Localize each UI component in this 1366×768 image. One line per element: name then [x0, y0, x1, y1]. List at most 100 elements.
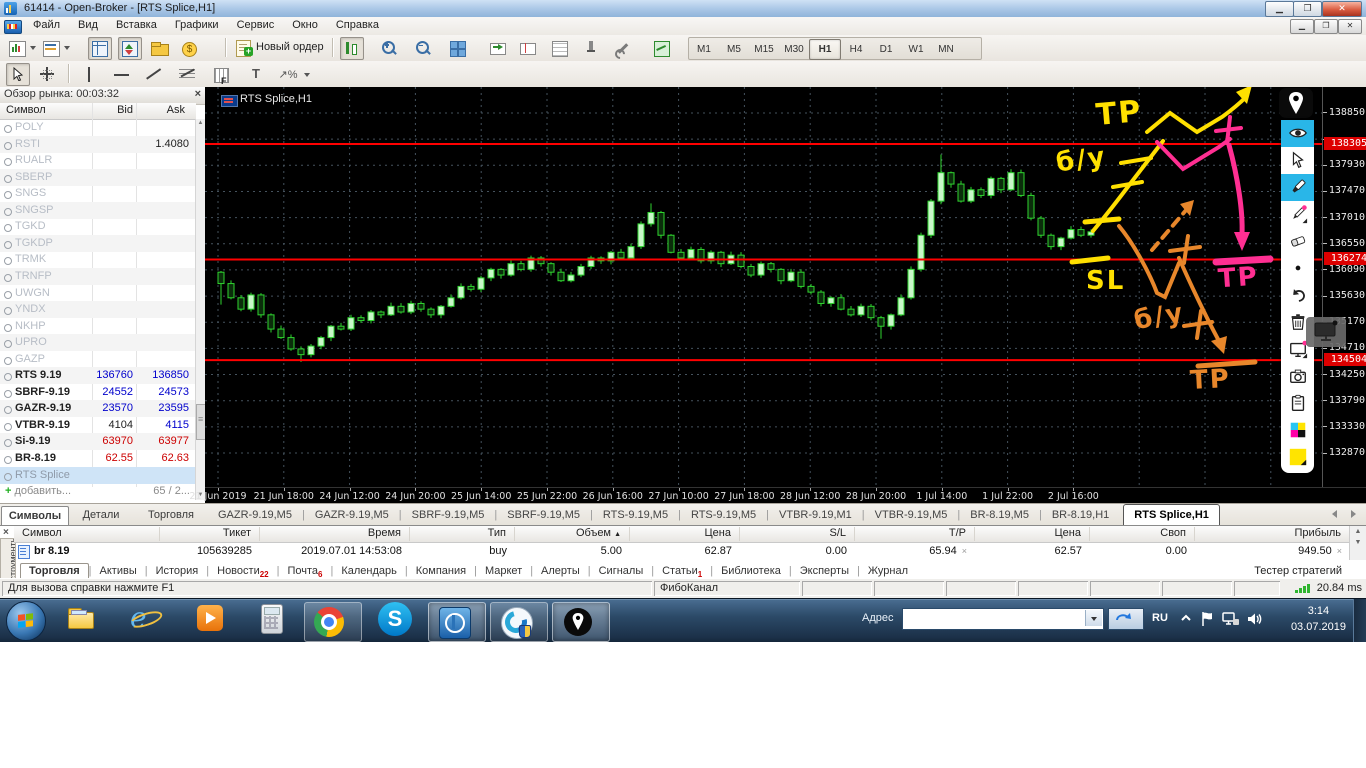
scroll-up-icon[interactable]: ▲: [1350, 526, 1366, 537]
market-watch-row[interactable]: NKHP: [0, 318, 196, 335]
epic-pen-tool-undo-icon[interactable]: [1281, 282, 1314, 309]
crosshair-tool-button[interactable]: [36, 63, 60, 86]
child-close-button[interactable]: ✕: [1338, 19, 1362, 34]
child-minimize-button[interactable]: ▁: [1290, 19, 1314, 34]
scroll-up-icon[interactable]: ▲: [196, 119, 205, 128]
docking-pin-button[interactable]: [580, 37, 604, 60]
taskbar-clock[interactable]: 3:14 03.07.2019: [1291, 603, 1346, 635]
column-Своп[interactable]: Своп: [1090, 527, 1195, 541]
column-Время[interactable]: Время: [260, 527, 410, 541]
epic-pen-screen-flyout[interactable]: [1306, 317, 1346, 347]
market-watch-row[interactable]: SNGS: [0, 185, 196, 202]
taskbar-app-open-broker[interactable]: [428, 602, 486, 642]
timeframe-M30[interactable]: M30: [779, 40, 809, 59]
options-wrench-button[interactable]: [612, 37, 636, 62]
terminal-tab-Календарь[interactable]: Календарь: [333, 564, 405, 579]
show-hidden-icons[interactable]: [1180, 611, 1192, 629]
terminal-tab-Маркет[interactable]: Маркет: [477, 564, 530, 579]
menu-Вставка[interactable]: Вставка: [107, 17, 166, 35]
objects-list-button[interactable]: [548, 37, 572, 60]
terminal-tab-Компания[interactable]: Компания: [408, 564, 474, 579]
address-input[interactable]: [902, 608, 1104, 630]
strategy-tester-button[interactable]: $: [178, 37, 202, 60]
taskbar-app-internet-explorer[interactable]: e: [127, 602, 165, 640]
terminal-scrollbar[interactable]: ▲ ▼: [1349, 526, 1366, 560]
epic-pen-tool-cursor-icon[interactable]: [1281, 147, 1314, 174]
market-watch-row[interactable]: UPRO: [0, 334, 196, 352]
action-center-flag-icon[interactable]: [1200, 611, 1214, 632]
terminal-tab-История[interactable]: История: [148, 564, 207, 579]
profiles-button[interactable]: [40, 37, 64, 60]
new-order-button[interactable]: + Новый ордер: [232, 37, 332, 58]
market-watch-row[interactable]: Si-9.19 63970 63977: [0, 433, 196, 451]
chart-tab-VTBR-9.19,M5[interactable]: VTBR-9.19,M5: [865, 505, 958, 525]
zoom-in-button[interactable]: [378, 37, 402, 60]
market-watch-row[interactable]: UWGN: [0, 285, 196, 302]
market-watch-row[interactable]: GAZR-9.19 23570 23595: [0, 400, 196, 418]
column-Цена[interactable]: Цена: [630, 527, 740, 541]
close-button[interactable]: ✕: [1322, 1, 1362, 17]
add-symbol-row[interactable]: + добавить... 65 / 2...: [0, 483, 196, 500]
fibonacci-tool[interactable]: [176, 63, 200, 86]
market-watch-row[interactable]: YNDX: [0, 301, 196, 319]
market-watch-row[interactable]: RTS 9.19 136760 136850: [0, 367, 196, 385]
auto-scroll-button[interactable]: [486, 37, 510, 60]
close-position-icon[interactable]: ×: [962, 546, 967, 556]
column-Тип[interactable]: Тип: [410, 527, 515, 541]
column-ask[interactable]: Ask: [137, 104, 185, 116]
taskbar-app-media-player[interactable]: [194, 602, 228, 640]
scroll-left-icon[interactable]: [1332, 510, 1337, 518]
market-watch-row[interactable]: VTBR-9.19 4104 4115: [0, 417, 196, 434]
trendline-tool[interactable]: [142, 63, 166, 86]
grid-tool[interactable]: F: [210, 63, 234, 86]
menu-Окно[interactable]: Окно: [283, 17, 327, 35]
epic-pen-tool-camera-icon[interactable]: [1281, 363, 1314, 390]
column-Тикет[interactable]: Тикет: [160, 527, 260, 541]
timeframe-M1[interactable]: M1: [689, 40, 719, 59]
chart-tab-SBRF-9.19,M5[interactable]: SBRF-9.19,M5: [497, 505, 590, 525]
market-watch-tab-Символы[interactable]: Символы: [1, 506, 69, 525]
terminal-toggle[interactable]: [148, 37, 172, 60]
terminal-tab-Журнал[interactable]: Журнал: [860, 564, 916, 579]
taskbar-app-epic-pen[interactable]: [552, 602, 610, 642]
menu-Файл[interactable]: Файл: [24, 17, 69, 35]
menu-Сервис[interactable]: Сервис: [228, 17, 284, 35]
chart-shift-button[interactable]: [516, 37, 540, 60]
horizontal-line-tool[interactable]: [110, 63, 134, 86]
column-Символ[interactable]: Символ: [14, 527, 160, 541]
terminal-tab-Алерты[interactable]: Алерты: [533, 564, 588, 579]
column-symbol[interactable]: Символ: [6, 104, 46, 116]
chart-tab-RTS Splice,H1[interactable]: RTS Splice,H1: [1123, 504, 1220, 526]
zoom-out-button[interactable]: [412, 37, 436, 60]
column-S/L[interactable]: S/L: [740, 527, 855, 541]
chart-tab-RTS-9.19,M5[interactable]: RTS-9.19,M5: [681, 505, 766, 525]
epic-pen-tool-pen-icon[interactable]: [1281, 201, 1314, 228]
market-watch-row[interactable]: TRNFP: [0, 267, 196, 285]
timeframe-M15[interactable]: M15: [749, 40, 779, 59]
timeframe-H4[interactable]: H4: [841, 40, 871, 59]
language-indicator[interactable]: RU: [1152, 612, 1168, 624]
market-watch-row[interactable]: SNGSP: [0, 201, 196, 219]
market-watch-row[interactable]: RSTI 1.4080: [0, 135, 196, 153]
scroll-down-icon[interactable]: ▼: [1350, 537, 1366, 548]
candlestick-chart[interactable]: [205, 87, 1322, 487]
terminal-tab-Активы[interactable]: Активы: [92, 564, 145, 579]
epic-pen-tool-eraser-icon[interactable]: [1281, 228, 1314, 255]
taskbar-app-skype[interactable]: S: [378, 602, 414, 640]
epic-pen-logo[interactable]: [1279, 88, 1313, 118]
new-chart-dropdown[interactable]: [30, 46, 36, 50]
network-icon[interactable]: [1222, 611, 1240, 632]
dropdown-icon[interactable]: [1085, 610, 1102, 626]
timeframe-M5[interactable]: M5: [719, 40, 749, 59]
chart-tab-SBRF-9.19,M5[interactable]: SBRF-9.19,M5: [402, 505, 495, 525]
open-position-row[interactable]: br 8.19 105639285 2019.07.01 14:53:08 buy 5.…: [14, 543, 1350, 559]
epic-pen-tool-current-color-icon[interactable]: [1281, 444, 1314, 471]
chart-tab-RTS-9.19,M5[interactable]: RTS-9.19,M5: [593, 505, 678, 525]
taskbar-app-chrome[interactable]: [304, 602, 362, 642]
menu-Вид[interactable]: Вид: [69, 17, 107, 35]
market-watch-row[interactable]: RUALR: [0, 152, 196, 169]
close-position-icon[interactable]: ×: [1337, 546, 1342, 556]
child-restore-button[interactable]: ❐: [1314, 19, 1338, 34]
chart-tab-VTBR-9.19,M1[interactable]: VTBR-9.19,M1: [769, 505, 862, 525]
volume-icon[interactable]: [1247, 611, 1263, 632]
